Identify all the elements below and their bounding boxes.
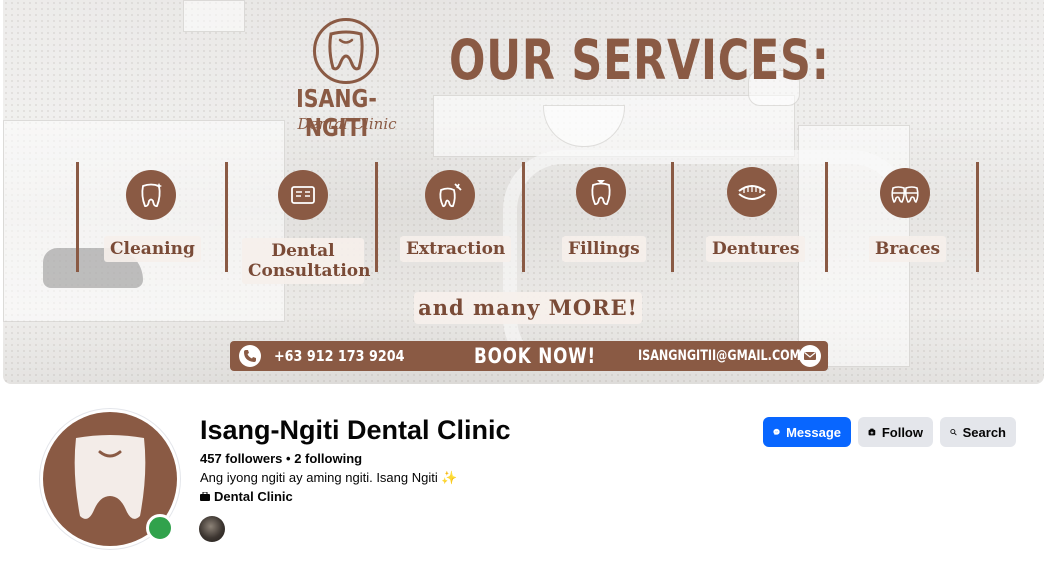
divider: [225, 162, 228, 272]
mail-icon: [799, 345, 821, 367]
brand-name: ISANG-NGITI: [296, 84, 377, 142]
follow-stats: 457 followers • 2 following: [200, 451, 362, 466]
contact-bar: +63 912 173 9204 BOOK NOW! ISANGNGITII@G…: [230, 341, 828, 371]
service-label-dentures: Dentures: [706, 236, 806, 262]
divider: [976, 162, 979, 272]
contact-phone: +63 912 173 9204: [274, 347, 405, 365]
divider: [522, 162, 525, 272]
divider: [825, 162, 828, 272]
cabinet-left: [3, 120, 285, 322]
more-services-banner: and many MORE!: [414, 292, 642, 324]
service-label-braces: Braces: [869, 236, 947, 262]
brand-logo: [313, 18, 379, 84]
services-headline: OUR SERVICES:: [449, 28, 830, 92]
follow-button[interactable]: Follow: [858, 417, 933, 447]
search-button-label: Search: [962, 424, 1006, 440]
service-label-fillings: Fillings: [562, 236, 646, 262]
tooth-extraction-icon: [425, 170, 475, 220]
service-label-extraction: Extraction: [400, 236, 512, 262]
page-title: Isang-Ngiti Dental Clinic: [200, 415, 511, 445]
briefcase-icon: [200, 492, 210, 501]
divider: [671, 162, 674, 272]
page-category: Dental Clinic: [200, 489, 293, 504]
tooth-filling-icon: [576, 167, 626, 217]
stats-separator: •: [286, 451, 291, 466]
brand-subtitle: Dental Clinic: [297, 115, 397, 133]
following-link[interactable]: 2 following: [294, 451, 362, 466]
cover-photo[interactable]: ISANG-NGITI Dental Clinic OUR SERVICES: …: [3, 0, 1044, 384]
tooth-avatar-icon: [74, 435, 146, 519]
braces-icon: [880, 168, 930, 218]
divider: [76, 162, 79, 272]
follow-button-label: Follow: [881, 424, 923, 440]
message-button[interactable]: Message: [763, 417, 851, 447]
tooth-logo-icon: [328, 30, 364, 71]
page-bio: Ang iyong ngiti ay aming ngiti. Isang Ng…: [200, 470, 458, 485]
follow-icon: [868, 428, 876, 436]
category-label: Dental Clinic: [214, 489, 293, 504]
book-now-text: BOOK NOW!: [474, 344, 596, 368]
consultation-card-icon: [278, 170, 328, 220]
service-label-cleaning: Cleaning: [104, 236, 201, 262]
service-label-consultation: Dental Consultation: [242, 238, 371, 284]
divider: [375, 162, 378, 272]
wall-outlet: [183, 0, 245, 32]
online-status-indicator: [146, 514, 174, 542]
dentures-icon: [727, 167, 777, 217]
contact-email: ISANGNGITII@GMAIL.COM: [638, 348, 801, 364]
followers-link[interactable]: 457 followers: [200, 451, 282, 466]
phone-icon: [239, 345, 261, 367]
mutual-follower-avatar[interactable]: [199, 516, 225, 542]
message-button-label: Message: [786, 424, 841, 440]
messenger-icon: [773, 428, 780, 436]
search-button[interactable]: Search: [940, 417, 1016, 447]
search-icon: [950, 429, 957, 436]
tooth-sparkle-icon: [126, 170, 176, 220]
